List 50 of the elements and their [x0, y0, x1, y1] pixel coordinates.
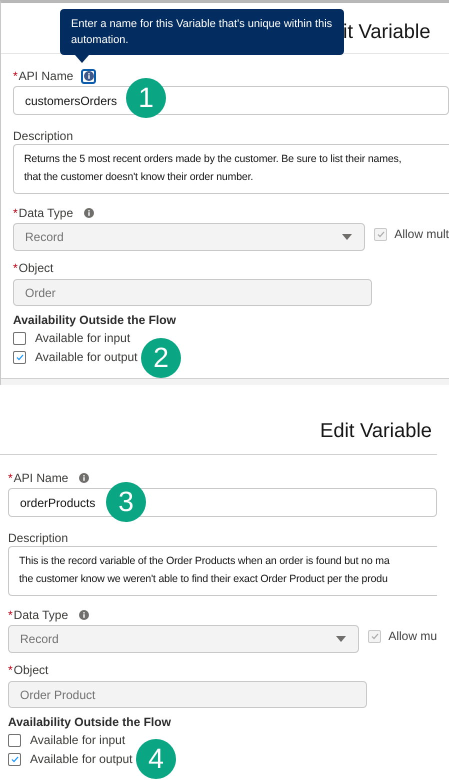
modal-title: it Variable	[343, 20, 430, 45]
required-mark: *	[8, 607, 13, 624]
description-text: Returns the 5 most recent orders made by the customer. Be sure to list their names,	[24, 152, 402, 167]
description-text: the customer know we weren't able to find their exact Order Product per the produ	[19, 572, 388, 587]
required-mark: *	[8, 662, 13, 679]
info-icon[interactable]	[81, 206, 96, 220]
checkbox[interactable]	[8, 752, 21, 766]
checkbox[interactable]	[8, 734, 21, 746]
required-mark: *	[8, 470, 13, 487]
required-mark: *	[13, 68, 18, 85]
field-label: API Name	[14, 470, 68, 487]
checkmark-icon	[14, 352, 24, 362]
checkbox-label: Available for input	[35, 330, 130, 347]
field-label: Description	[13, 129, 74, 143]
field-label: Data Type	[18, 205, 74, 222]
checkbox-label: Available for output	[30, 751, 133, 768]
checkmark-icon	[370, 631, 380, 641]
checkmark-icon	[376, 229, 386, 239]
callout-badge: 4	[136, 739, 176, 779]
callout-badge: 2	[141, 338, 181, 378]
required-mark: *	[13, 260, 18, 277]
checkbox-label: Allow mu	[388, 628, 437, 645]
required-mark: *	[13, 205, 18, 222]
modal-title: Edit Variable	[320, 419, 432, 444]
tooltip-arrow	[75, 55, 89, 63]
checkbox-label: Allow mult	[394, 226, 449, 243]
info-icon[interactable]	[81, 68, 96, 84]
field-label: Object	[18, 260, 54, 277]
section-heading: Availability Outside the Flow	[8, 715, 171, 729]
info-icon[interactable]	[76, 470, 92, 486]
description-field[interactable]: Returns the 5 most recent orders made by the customer. Be sure to list their names, that the customer doesn't know their order number.	[13, 144, 449, 194]
checkbox-label: Available for input	[30, 732, 126, 749]
description-text: This is the record variable of the Order Products when an order is found but no ma	[19, 554, 390, 569]
description-field[interactable]: This is the record variable of the Order Products when an order is found but no ma the customer know we weren't able to find their exact Order Product per the produ	[8, 546, 437, 596]
field-label: Object	[14, 662, 48, 679]
section-heading: Availability Outside the Flow	[13, 313, 176, 327]
callout-badge: 1	[126, 78, 166, 118]
tooltip: Enter a name for this Variable that's unique within this automation.	[60, 9, 344, 55]
checkbox[interactable]	[13, 332, 26, 344]
checkmark-icon	[10, 754, 20, 764]
info-icon[interactable]	[76, 608, 92, 622]
field-label: API Name	[18, 68, 74, 85]
field-label: Description	[8, 531, 68, 545]
description-text: that the customer doesn't know their order number.	[24, 170, 254, 185]
dropdown-caret-icon	[342, 234, 352, 240]
checkbox[interactable]	[13, 350, 26, 364]
field-label: Data Type	[14, 607, 68, 624]
dropdown-caret-icon	[336, 636, 346, 642]
callout-badge: 3	[106, 482, 146, 522]
checkbox-label: Available for output	[35, 349, 138, 366]
